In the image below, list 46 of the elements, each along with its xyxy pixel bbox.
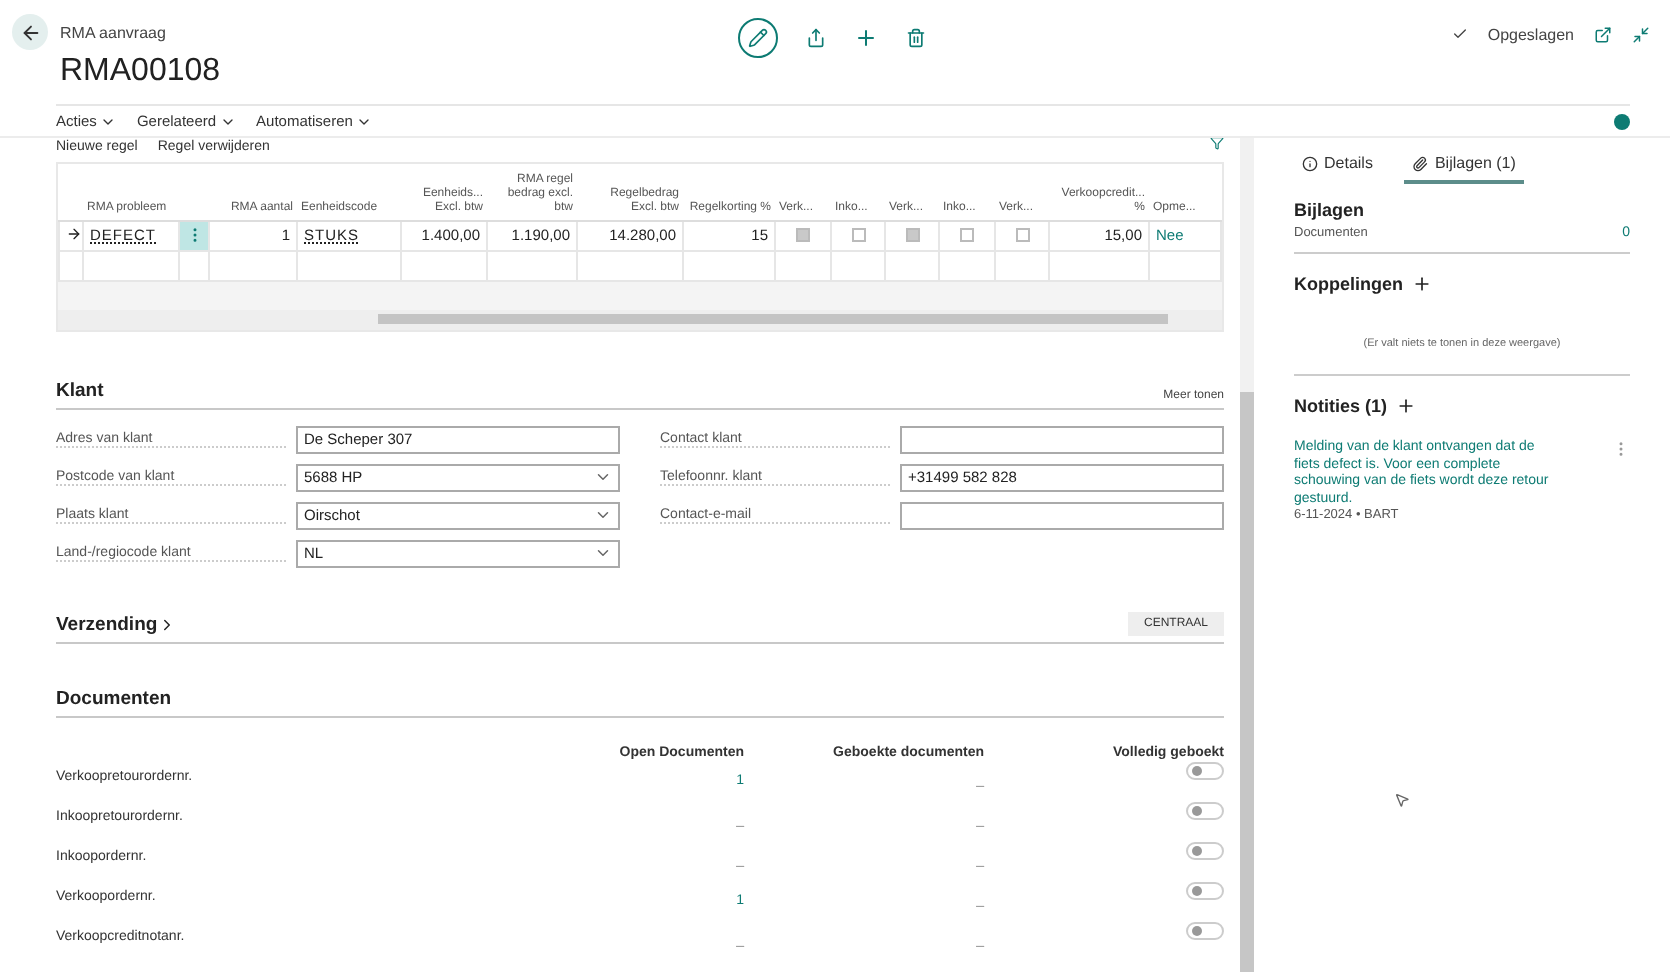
edit-button[interactable] xyxy=(737,18,777,58)
pane-title: Bijlagen xyxy=(1294,200,1367,220)
collapse-icon[interactable] xyxy=(1632,26,1650,44)
chevron-down-icon xyxy=(594,468,612,486)
toggle-switch[interactable] xyxy=(1186,881,1224,899)
pane-title: Koppelingen xyxy=(1294,274,1630,294)
pencil-icon xyxy=(747,28,767,48)
saved-status: Opgeslagen xyxy=(1487,26,1574,44)
section-title[interactable]: Verzending xyxy=(56,613,176,635)
section-title: Documenten xyxy=(56,687,172,709)
toggle-switch[interactable] xyxy=(1186,841,1224,859)
checkbox[interactable] xyxy=(796,228,810,242)
toggle-switch[interactable] xyxy=(1186,761,1224,779)
arrow-left-icon xyxy=(19,21,41,43)
page-title: RMA00108 xyxy=(60,54,221,90)
trash-icon xyxy=(905,28,925,48)
tab[interactable]: Bijlagen (1) xyxy=(1404,150,1524,184)
row-menu-button[interactable] xyxy=(180,221,208,249)
checkbox[interactable] xyxy=(851,228,865,242)
horizontal-scrollbar[interactable] xyxy=(58,309,1222,329)
back-button[interactable] xyxy=(12,14,48,50)
pane-title: Notities (1) xyxy=(1294,396,1630,416)
info-icon xyxy=(1302,155,1318,171)
plus-icon[interactable] xyxy=(1395,396,1416,416)
input-field[interactable] xyxy=(900,425,1224,453)
checkbox[interactable] xyxy=(960,228,974,242)
plus-icon[interactable] xyxy=(1411,274,1431,294)
chevron-down-icon xyxy=(594,506,612,524)
input-field[interactable] xyxy=(900,501,1224,529)
checkbox[interactable] xyxy=(905,228,919,242)
mouse-cursor-icon xyxy=(1394,792,1410,808)
tab[interactable]: Details xyxy=(1294,150,1381,184)
toggle-switch[interactable] xyxy=(1186,801,1224,819)
checkbox[interactable] xyxy=(1015,228,1029,242)
checkmark-icon xyxy=(1451,26,1468,42)
toggle-switch[interactable] xyxy=(1186,921,1224,939)
share-icon xyxy=(805,28,825,48)
info-dot-icon[interactable] xyxy=(1614,113,1630,129)
vertical-scrollbar[interactable] xyxy=(1240,138,1254,972)
paperclip-icon xyxy=(1412,155,1429,171)
filter-icon[interactable] xyxy=(1210,138,1224,150)
chevron-down-icon xyxy=(594,544,612,562)
open-new-window-icon[interactable] xyxy=(1594,26,1612,44)
plus-icon xyxy=(853,26,877,50)
section-title: Klant xyxy=(56,379,104,401)
breadcrumb: RMA aanvraag xyxy=(60,24,168,42)
